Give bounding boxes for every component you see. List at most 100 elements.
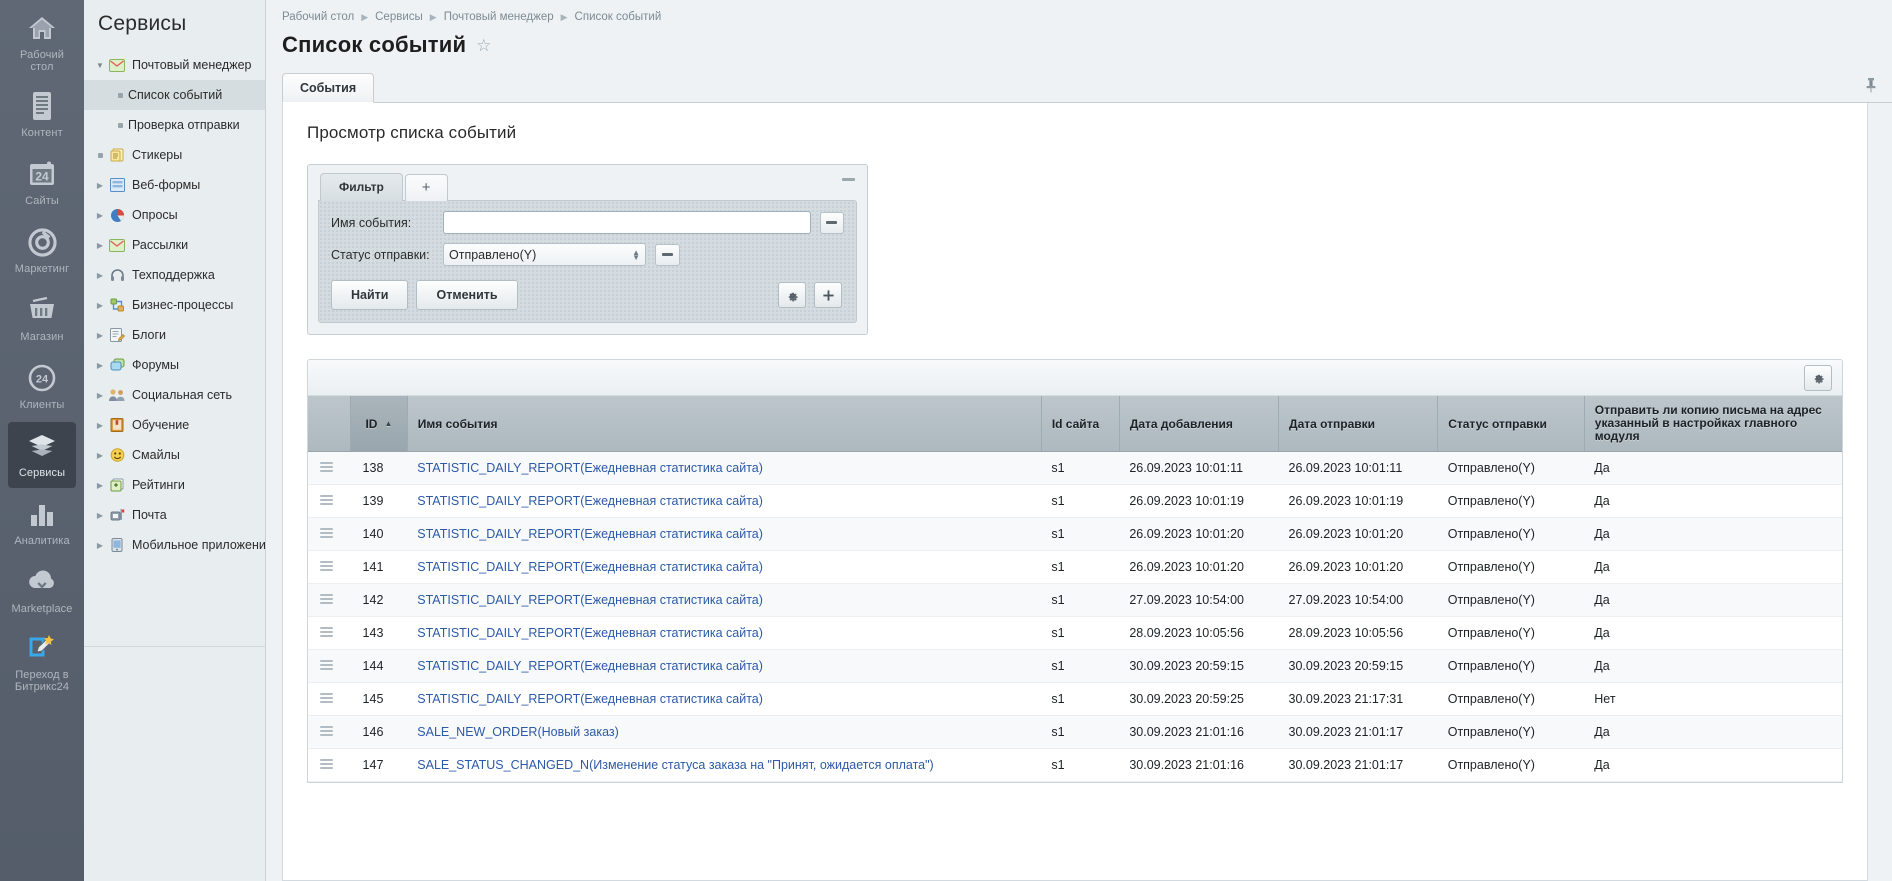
row-drag-handle[interactable] xyxy=(308,749,351,782)
rail-item-barchart[interactable]: Аналитика xyxy=(8,490,76,556)
favorite-star-icon[interactable]: ☆ xyxy=(476,37,491,54)
breadcrumb-item-1[interactable]: Сервисы xyxy=(375,11,423,23)
rail-item-layers[interactable]: Сервисы xyxy=(8,422,76,488)
cell-event-name[interactable]: SALE_NEW_ORDER(Новый заказ) xyxy=(407,716,1041,749)
event-name-link[interactable]: STATISTIC_DAILY_REPORT(Ежедневная статис… xyxy=(417,659,763,673)
table-row[interactable]: 140STATISTIC_DAILY_REPORT(Ежедневная ста… xyxy=(308,518,1842,551)
event-name-link[interactable]: STATISTIC_DAILY_REPORT(Ежедневная статис… xyxy=(417,560,763,574)
find-button[interactable]: Найти xyxy=(331,280,408,310)
cell-event-name[interactable]: STATISTIC_DAILY_REPORT(Ежедневная статис… xyxy=(407,650,1041,683)
drag-handle-icon[interactable] xyxy=(320,627,333,637)
sidebar-item-12[interactable]: ▶Обучение xyxy=(84,410,265,440)
row-drag-handle[interactable] xyxy=(308,716,351,749)
chevron-right-icon[interactable]: ▶ xyxy=(94,331,106,340)
cell-event-name[interactable]: STATISTIC_DAILY_REPORT(Ежедневная статис… xyxy=(407,518,1041,551)
rail-item-target[interactable]: Маркетинг xyxy=(8,218,76,284)
remove-filter-row-button-2[interactable] xyxy=(655,244,680,266)
event-name-link[interactable]: STATISTIC_DAILY_REPORT(Ежедневная статис… xyxy=(417,494,763,508)
add-filter-tab-button[interactable]: + xyxy=(405,174,448,201)
drag-handle-icon[interactable] xyxy=(320,759,333,769)
chevron-right-icon[interactable]: ▶ xyxy=(94,211,106,220)
row-drag-handle[interactable] xyxy=(308,683,351,716)
drag-handle-icon[interactable] xyxy=(320,561,333,571)
th-date-added[interactable]: Дата добавления xyxy=(1119,396,1278,452)
rail-item-calendar24[interactable]: 24Сайты xyxy=(8,150,76,216)
cell-event-name[interactable]: STATISTIC_DAILY_REPORT(Ежедневная статис… xyxy=(407,584,1041,617)
sidebar-item-15[interactable]: ▶Почта xyxy=(84,500,265,530)
table-row[interactable]: 142STATISTIC_DAILY_REPORT(Ежедневная ста… xyxy=(308,584,1842,617)
cell-event-name[interactable]: STATISTIC_DAILY_REPORT(Ежедневная статис… xyxy=(407,683,1041,716)
cell-event-name[interactable]: STATISTIC_DAILY_REPORT(Ежедневная статис… xyxy=(407,551,1041,584)
sidebar-item-0[interactable]: ▼Почтовый менеджер xyxy=(84,50,265,80)
drag-handle-icon[interactable] xyxy=(320,594,333,604)
sidebar-item-7[interactable]: ▶Техподдержка xyxy=(84,260,265,290)
sidebar-item-3[interactable]: Стикеры xyxy=(84,140,265,170)
chevron-right-icon[interactable]: ▶ xyxy=(94,451,106,460)
rail-item-magic-pencil[interactable]: Переход в Битрикс24 xyxy=(8,626,76,700)
table-row[interactable]: 145STATISTIC_DAILY_REPORT(Ежедневная ста… xyxy=(308,683,1842,716)
th-site-id[interactable]: Id сайта xyxy=(1041,396,1119,452)
rail-item-basket[interactable]: Магазин xyxy=(8,286,76,352)
drag-handle-icon[interactable] xyxy=(320,528,333,538)
sidebar-item-8[interactable]: ▶Бизнес-процессы xyxy=(84,290,265,320)
sidebar-item-2[interactable]: Проверка отправки xyxy=(84,110,265,140)
tab-events[interactable]: События xyxy=(282,73,374,103)
sidebar-item-1[interactable]: Список событий xyxy=(84,80,265,110)
table-row[interactable]: 138STATISTIC_DAILY_REPORT(Ежедневная ста… xyxy=(308,452,1842,485)
drag-handle-icon[interactable] xyxy=(320,495,333,505)
rail-item-circle24[interactable]: 24Клиенты xyxy=(8,354,76,420)
table-row[interactable]: 144STATISTIC_DAILY_REPORT(Ежедневная ста… xyxy=(308,650,1842,683)
rail-item-document[interactable]: Контент xyxy=(8,82,76,148)
remove-filter-row-button-1[interactable] xyxy=(820,212,844,234)
sidebar-item-9[interactable]: ▶Блоги xyxy=(84,320,265,350)
chevron-right-icon[interactable]: ▶ xyxy=(94,181,106,190)
send-status-select[interactable]: Отправлено(Y) ▲▼ xyxy=(443,243,646,266)
event-name-input[interactable] xyxy=(443,211,811,234)
chevron-right-icon[interactable]: ▶ xyxy=(94,391,106,400)
sidebar-item-13[interactable]: ▶Смайлы xyxy=(84,440,265,470)
event-name-link[interactable]: STATISTIC_DAILY_REPORT(Ежедневная статис… xyxy=(417,461,763,475)
th-date-sent[interactable]: Дата отправки xyxy=(1279,396,1438,452)
breadcrumb-item-0[interactable]: Рабочий стол xyxy=(282,11,354,23)
sidebar-item-10[interactable]: ▶Форумы xyxy=(84,350,265,380)
rail-item-cloud-download[interactable]: Marketplace xyxy=(8,558,76,624)
add-filter-button[interactable] xyxy=(814,282,842,308)
sidebar-item-5[interactable]: ▶Опросы xyxy=(84,200,265,230)
table-row[interactable]: 141STATISTIC_DAILY_REPORT(Ежедневная ста… xyxy=(308,551,1842,584)
chevron-right-icon[interactable]: ▶ xyxy=(94,361,106,370)
drag-handle-icon[interactable] xyxy=(320,462,333,472)
chevron-right-icon[interactable]: ▶ xyxy=(94,541,106,550)
sidebar-item-4[interactable]: ▶Веб-формы xyxy=(84,170,265,200)
row-drag-handle[interactable] xyxy=(308,617,351,650)
breadcrumb-item-2[interactable]: Почтовый менеджер xyxy=(444,11,554,23)
chevron-right-icon[interactable]: ▶ xyxy=(94,271,106,280)
rail-item-home[interactable]: Рабочий стол xyxy=(8,6,76,80)
sidebar-item-16[interactable]: ▶Мобильное приложение xyxy=(84,530,265,560)
cell-event-name[interactable]: STATISTIC_DAILY_REPORT(Ежедневная статис… xyxy=(407,452,1041,485)
chevron-right-icon[interactable]: ▶ xyxy=(94,511,106,520)
drag-handle-icon[interactable] xyxy=(320,660,333,670)
drag-handle-icon[interactable] xyxy=(320,726,333,736)
table-row[interactable]: 139STATISTIC_DAILY_REPORT(Ежедневная ста… xyxy=(308,485,1842,518)
chevron-right-icon[interactable]: ▶ xyxy=(94,481,106,490)
filter-settings-gear-icon[interactable] xyxy=(778,282,806,308)
filter-tab[interactable]: Фильтр xyxy=(320,173,403,201)
row-drag-handle[interactable] xyxy=(308,485,351,518)
event-name-link[interactable]: STATISTIC_DAILY_REPORT(Ежедневная статис… xyxy=(417,593,763,607)
row-drag-handle[interactable] xyxy=(308,518,351,551)
table-row[interactable]: 147SALE_STATUS_CHANGED_N(Изменение стату… xyxy=(308,749,1842,782)
th-send-copy[interactable]: Отправить ли копию письма на адрес указа… xyxy=(1584,396,1842,452)
drag-handle-icon[interactable] xyxy=(320,693,333,703)
pin-icon[interactable] xyxy=(1864,77,1878,98)
chevron-right-icon[interactable]: ▶ xyxy=(94,241,106,250)
cell-event-name[interactable]: STATISTIC_DAILY_REPORT(Ежедневная статис… xyxy=(407,617,1041,650)
sidebar-item-6[interactable]: ▶Рассылки xyxy=(84,230,265,260)
chevron-down-icon[interactable]: ▼ xyxy=(94,61,106,70)
event-name-link[interactable]: SALE_NEW_ORDER(Новый заказ) xyxy=(417,725,619,739)
row-drag-handle[interactable] xyxy=(308,650,351,683)
chevron-right-icon[interactable]: ▶ xyxy=(94,301,106,310)
table-row[interactable]: 143STATISTIC_DAILY_REPORT(Ежедневная ста… xyxy=(308,617,1842,650)
row-drag-handle[interactable] xyxy=(308,584,351,617)
event-name-link[interactable]: STATISTIC_DAILY_REPORT(Ежедневная статис… xyxy=(417,626,763,640)
table-row[interactable]: 146SALE_NEW_ORDER(Новый заказ)s130.09.20… xyxy=(308,716,1842,749)
